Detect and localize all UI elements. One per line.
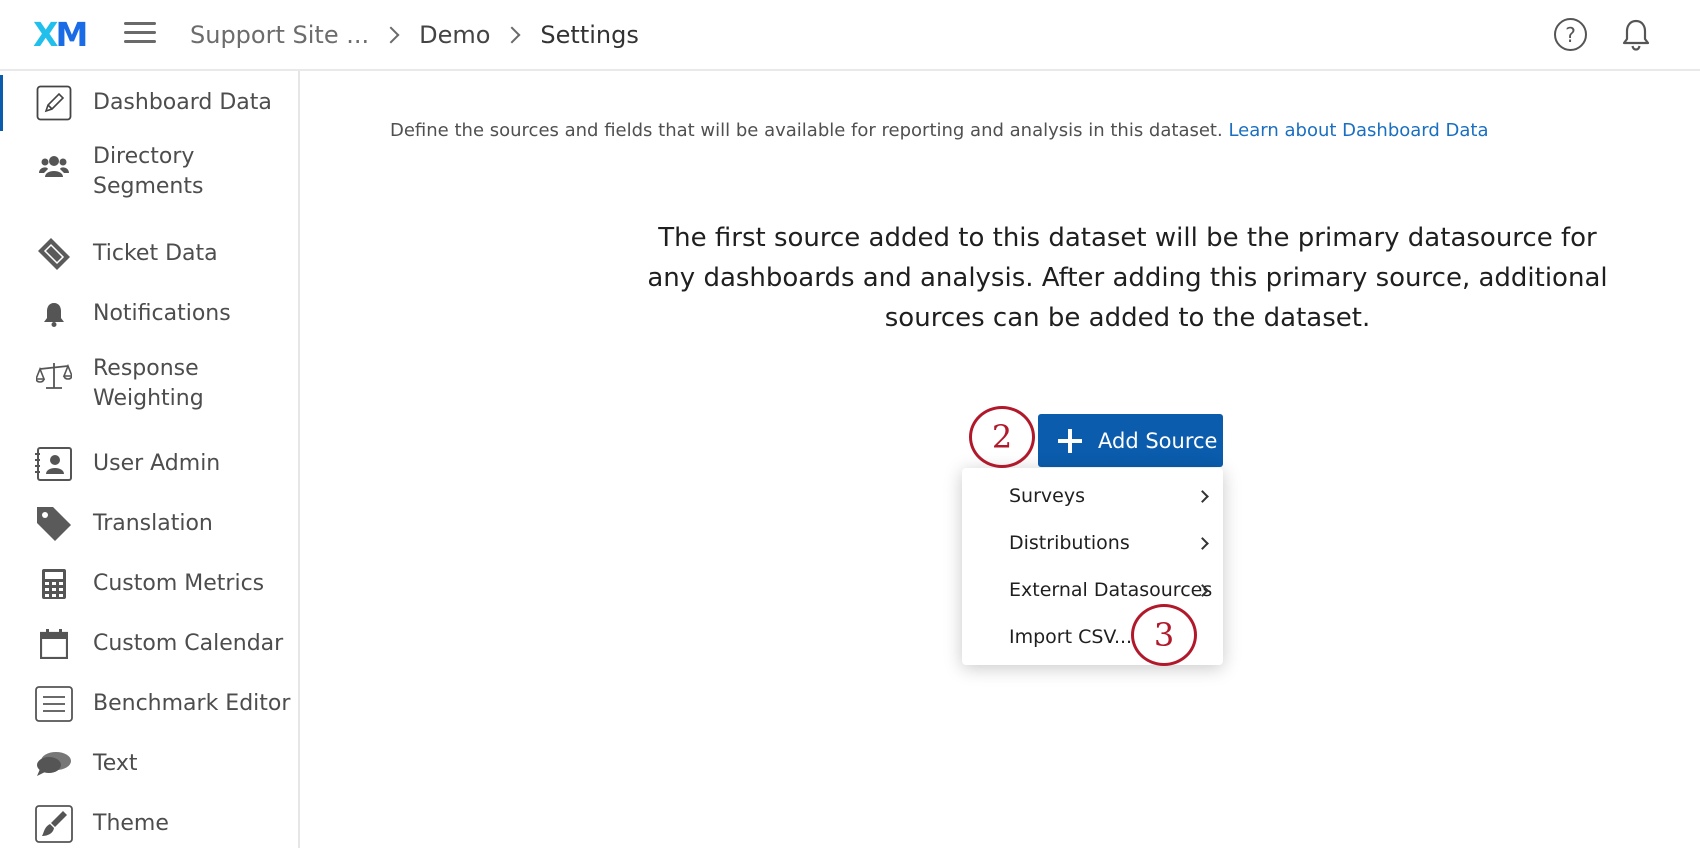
- bell-icon: [34, 294, 74, 334]
- sidebar-item-custom-metrics[interactable]: Custom Metrics: [0, 562, 298, 612]
- sidebar-item-benchmark-editor[interactable]: Benchmark Editor: [0, 682, 298, 732]
- chevron-right-icon: [1196, 489, 1209, 503]
- intro-description: Define the sources and fields that will …: [390, 120, 1223, 141]
- calendar-icon: [34, 624, 74, 664]
- chat-bubbles-icon: [34, 744, 74, 784]
- menu-item-surveys[interactable]: Surveys: [962, 476, 1223, 516]
- sidebar-item-custom-calendar[interactable]: Custom Calendar: [0, 622, 298, 672]
- notification-bell-icon[interactable]: [1620, 17, 1652, 53]
- sidebar-item-dashboard-data[interactable]: Dashboard Data: [0, 75, 298, 131]
- add-source-label: Add Source: [1098, 428, 1218, 453]
- menu-item-external-datasources[interactable]: External Datasources: [962, 570, 1223, 610]
- xm-logo[interactable]: XM: [33, 17, 88, 53]
- sidebar-item-notifications[interactable]: Notifications: [0, 292, 298, 342]
- plus-icon: [1058, 428, 1082, 453]
- paintbrush-icon: [34, 804, 74, 844]
- breadcrumb: Support Site ... Demo Settings: [190, 17, 639, 53]
- pencil-icon: [34, 83, 74, 123]
- sidebar-item-text[interactable]: Text: [0, 742, 298, 792]
- user-card-icon: [34, 444, 74, 484]
- scale-icon: [34, 356, 74, 396]
- tag-icon: [34, 504, 74, 544]
- chevron-right-icon: [503, 26, 521, 44]
- breadcrumb-dashboard[interactable]: Demo: [419, 21, 490, 49]
- ticket-icon: [34, 234, 74, 274]
- top-header: XM Support Site ... Demo Settings ?: [0, 0, 1700, 71]
- calculator-icon: [34, 564, 74, 604]
- people-icon: [34, 146, 74, 186]
- sidebar-item-ticket-data[interactable]: Ticket Data: [0, 232, 298, 282]
- sidebar-item-theme[interactable]: Theme: [0, 802, 298, 848]
- sidebar-item-directory-segments[interactable]: Directory Segments: [0, 142, 298, 208]
- chevron-right-icon: [382, 26, 400, 44]
- settings-sidebar: Dashboard Data Directory Segments Ticket…: [0, 71, 300, 848]
- sidebar-item-response-weighting[interactable]: Response Weighting: [0, 354, 298, 420]
- list-icon: [34, 684, 74, 724]
- hamburger-menu-icon[interactable]: [124, 22, 156, 46]
- breadcrumb-project[interactable]: Support Site ...: [190, 21, 369, 49]
- breadcrumb-current-page: Settings: [540, 21, 639, 49]
- step-3-annotation: 3: [1131, 604, 1197, 666]
- help-icon[interactable]: ?: [1554, 18, 1587, 51]
- chevron-right-icon: [1196, 536, 1209, 550]
- add-source-button[interactable]: Add Source: [1038, 414, 1223, 467]
- menu-item-distributions[interactable]: Distributions: [962, 523, 1223, 563]
- intro-text: Define the sources and fields that will …: [390, 120, 1489, 141]
- primary-source-message: The first source added to this dataset w…: [647, 223, 1608, 333]
- sidebar-item-translation[interactable]: Translation: [0, 502, 298, 552]
- sidebar-item-user-admin[interactable]: User Admin: [0, 442, 298, 492]
- learn-about-dashboard-data-link[interactable]: Learn about Dashboard Data: [1228, 120, 1488, 141]
- step-2-annotation: 2: [969, 406, 1035, 468]
